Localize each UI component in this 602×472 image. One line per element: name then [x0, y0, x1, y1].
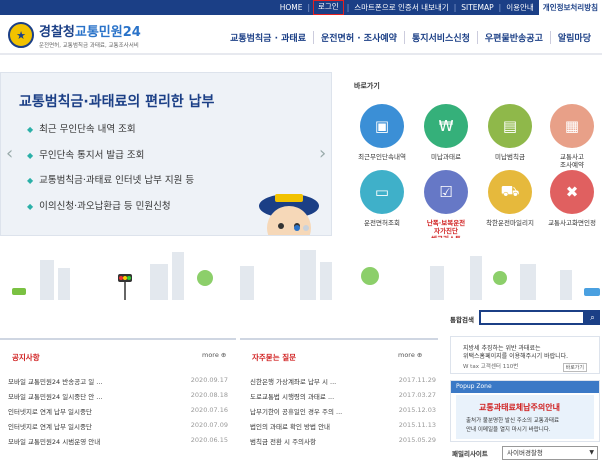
quick-links: 바로가기 ▣ 최근무인단속내역 ₩ 미납과태료 ▤ 미납범칙금 ▦ 교통사고 조사…	[350, 72, 602, 243]
nav-notification[interactable]: 통지서비스신청	[403, 31, 477, 44]
quick-good-driving-mileage[interactable]: ⛟ 착한운전마일리지	[480, 170, 540, 227]
popup-banner[interactable]: 교통과태료체납주의안내 출처가 불분명한 발신 주소의 교통과태료 안내 이메일…	[456, 395, 594, 439]
nav-notice-board[interactable]: 알림마당	[549, 31, 598, 44]
quick-links-title: 바로가기	[354, 82, 380, 90]
sitemap-link[interactable]: SITEMAP	[456, 3, 498, 12]
notice-title: 공지사항	[12, 353, 40, 362]
privacy-policy-link[interactable]: 개인정보처리방침	[538, 0, 602, 15]
police-emblem-icon: ★	[8, 22, 34, 48]
hero-feature-item: 무인단속 통지서 발급 조회	[27, 147, 194, 173]
hero-feature-list: 최근 무인단속 내역 조회 무인단속 통지서 발급 조회 교통범칙금·과태료 인…	[27, 121, 194, 223]
hero-feature-item: 교통범칙금·과태료 인터넷 납부 지원 등	[27, 172, 194, 198]
hero-title: 교통범칙금·과태료의 편리한 납부	[19, 94, 215, 110]
popup-zone-header: Popup Zone	[451, 381, 599, 393]
site-logo[interactable]: ★ 경찰청교통민원24 운전면허, 교통범칙금 과태료, 교통조사서비	[8, 21, 141, 49]
list-item[interactable]: 도로교통법 시행령의 과태료 ... 2017.03.27	[250, 391, 436, 406]
banner-line-3: W tax 고객센터 110번	[463, 364, 519, 370]
slider-dot-2[interactable]	[303, 225, 309, 231]
home-link[interactable]: HOME	[275, 3, 308, 12]
login-link[interactable]: 로그인	[313, 0, 344, 15]
accident-icon: ✖	[550, 170, 594, 214]
quick-accident-video[interactable]: ✖ 교통사고화면인정	[542, 170, 602, 227]
family-site-select[interactable]: 사이버경찰청	[502, 446, 598, 460]
guide-link[interactable]: 이용안내	[501, 2, 539, 13]
faq-panel: 자주묻는 질문 more ⊕ 신한은행 가상계좌로 납부 시 ... 2017.1…	[240, 338, 438, 472]
money-icon: ₩	[424, 104, 468, 148]
list-item[interactable]: 신한은행 가상계좌로 납부 시 ... 2017.11.29	[250, 376, 436, 391]
slider-dot-1[interactable]	[294, 225, 300, 231]
popup-zone: Popup Zone 교통과태료체납주의안내 출처가 불분명한 발신 주소의 교…	[450, 380, 600, 442]
banner-go-button[interactable]: 바로가기	[562, 363, 587, 372]
hero-slider: 교통범칙금·과태료의 편리한 납부 최근 무인단속 내역 조회 무인단속 통지서…	[0, 72, 332, 236]
police-mascot-icon	[249, 188, 329, 235]
list-item[interactable]: 범칙금 전환 시 주의사항 2015.05.29	[250, 436, 436, 451]
smartphone-cert-link[interactable]: 스마트폰으로 인증서 내보내기	[349, 2, 453, 13]
nav-license[interactable]: 운전면허 · 조사예약	[313, 31, 404, 44]
car-icon: ⛟	[488, 170, 532, 214]
faq-title: 자주묻는 질문	[252, 353, 297, 362]
utility-bar: HOME | 로그인 | 스마트폰으로 인증서 내보내기 | SITEMAP |…	[0, 0, 602, 15]
integrated-search: 통합검색 ⌕	[448, 310, 600, 328]
nav-returned-mail[interactable]: 우편물반송공고	[476, 31, 550, 44]
list-item[interactable]: 인터넷지로 연계 납부 일시중단 2020.07.16	[8, 406, 228, 421]
list-item[interactable]: 인터넷지로 연계 납부 일시중단 2020.07.09	[8, 421, 228, 436]
banner-line-2: 위택스홈페이지를 이용해주시기 바랍니다.	[463, 353, 569, 360]
separator: |	[307, 3, 310, 12]
list-item[interactable]: 모바일 교통민원24 시범운영 안내 2020.06.15	[8, 436, 228, 451]
calendar-icon: ▦	[550, 104, 594, 148]
logo-title: 경찰청교통민원24	[39, 25, 141, 40]
popup-line-2: 안내 이메일을 열지 마시기 바랍니다.	[466, 427, 551, 433]
list-item[interactable]: 모바일 교통민원24 일시중단 안 ... 2020.08.18	[8, 391, 228, 406]
hero-feature-item: 이의신청·과오납환급 등 민원신청	[27, 198, 194, 224]
license-icon: ▭	[360, 170, 404, 214]
notice-panel: 공지사항 more ⊕ 모바일 교통민원24 반송공고 일 ... 2020.09…	[0, 338, 236, 472]
receipt-icon: ▤	[488, 104, 532, 148]
list-item[interactable]: 법인의 과태료 확인 방법 안내 2015.11.13	[250, 421, 436, 436]
search-icon[interactable]: ⌕	[585, 310, 600, 325]
notice-list: 모바일 교통민원24 반송공고 일 ... 2020.09.17 모바일 교통민원…	[8, 376, 228, 451]
main-nav: 교통범칙금 · 과태료 운전면허 · 조사예약 통지서비스신청 우편물반송공고 …	[223, 31, 598, 44]
site-header: ★ 경찰청교통민원24 운전면허, 교통범칙금 과태료, 교통조사서비 교통범칙…	[0, 15, 602, 55]
checklist-icon: ☑	[424, 170, 468, 214]
quick-accident-reservation[interactable]: ▦ 교통사고 조사예약	[542, 104, 602, 169]
camera-icon: ▣	[360, 104, 404, 148]
faq-list: 신한은행 가상계좌로 납부 시 ... 2017.11.29 도로교통법 시행령의…	[250, 376, 436, 451]
quick-unpaid-fine[interactable]: ₩ 미납과태료	[416, 104, 476, 161]
quick-recent-enforcement[interactable]: ▣ 최근무인단속내역	[352, 104, 412, 161]
slider-next-icon[interactable]: ›	[319, 143, 326, 164]
search-label: 통합검색	[450, 316, 474, 324]
slider-pagination	[294, 224, 312, 234]
quick-license-lookup[interactable]: ▭ 운전면허조회	[352, 170, 412, 227]
list-item[interactable]: 모바일 교통민원24 반송공고 일 ... 2020.09.17	[8, 376, 228, 391]
list-item[interactable]: 납부기한이 공휴일인 경우 주의 ... 2015.12.03	[250, 406, 436, 421]
popup-line-1: 출처가 불분명한 발신 주소의 교통과태료	[466, 418, 560, 424]
search-input[interactable]	[479, 310, 585, 325]
logo-subtitle: 운전면허, 교통범칙금 과태료, 교통조사서비	[39, 43, 139, 49]
slider-prev-icon[interactable]: ‹	[6, 143, 13, 164]
quick-self-check[interactable]: ☑ 난폭·보복운전자가진단체크리스트	[416, 170, 476, 243]
popup-title: 교통과태료체납주의안내	[479, 403, 560, 412]
faq-more-link[interactable]: more ⊕	[398, 351, 422, 359]
family-site-label: 패밀리사이트	[452, 450, 488, 458]
hero-feature-item: 최근 무인단속 내역 조회	[27, 121, 194, 147]
quick-unpaid-penalty[interactable]: ▤ 미납범칙금	[480, 104, 540, 161]
nav-fines[interactable]: 교통범칙금 · 과태료	[223, 31, 313, 44]
wetax-banner[interactable]: 지방세 추징하는 위반 과태료는 위택스홈페이지를 이용해주시기 바랍니다. W…	[450, 336, 600, 374]
city-illustration	[0, 238, 602, 308]
notice-more-link[interactable]: more ⊕	[202, 351, 226, 359]
